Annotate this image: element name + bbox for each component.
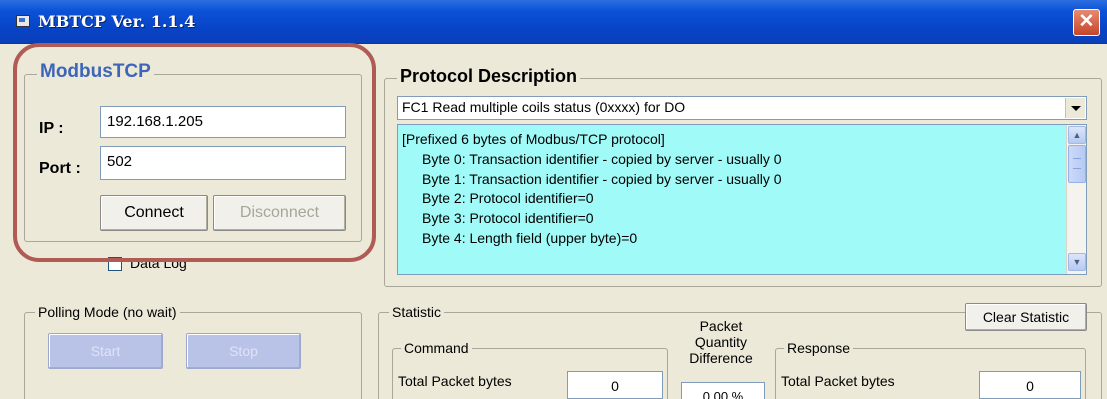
description-line: Byte 0: Transaction identifier - copied …: [422, 150, 782, 167]
command-total-value: 0: [567, 371, 663, 399]
description-line: Byte 4: Length field (upper byte)=0: [422, 229, 638, 246]
difference-value: 0.00 %: [681, 382, 765, 399]
command-total-label: Total Packet bytes: [398, 373, 512, 389]
packet-quantity-difference-label: Packet Quantity Difference: [689, 318, 753, 366]
function-code-select[interactable]: FC1 Read multiple coils status (0xxxx) f…: [397, 96, 1087, 120]
start-button[interactable]: Start: [48, 333, 163, 369]
port-label: Port :: [39, 160, 81, 177]
port-input[interactable]: 502: [100, 146, 346, 180]
disconnect-button[interactable]: Disconnect: [213, 195, 346, 231]
response-total-label: Total Packet bytes: [781, 373, 895, 389]
chevron-down-icon[interactable]: [1065, 98, 1085, 118]
response-total-value: 0: [979, 371, 1081, 399]
ip-label: IP :: [39, 120, 64, 137]
description-lines: [Prefixed 6 bytes of Modbus/TCP protocol…: [402, 130, 1062, 249]
scroll-up-icon[interactable]: ▲: [1068, 126, 1086, 144]
statistic-legend: Statistic: [389, 303, 445, 321]
title-bar[interactable]: MBTCP Ver. 1.1.4 ✕: [0, 0, 1107, 44]
window-title: MBTCP Ver. 1.1.4: [38, 12, 196, 31]
response-legend: Response: [784, 339, 854, 357]
close-button[interactable]: ✕: [1073, 9, 1100, 36]
data-log-label: Data Log: [130, 255, 187, 271]
connect-button[interactable]: Connect: [100, 195, 208, 231]
function-code-selected: FC1 Read multiple coils status (0xxxx) f…: [402, 99, 686, 115]
description-line: Byte 1: Transaction identifier - copied …: [422, 170, 782, 187]
protocol-description-text: [Prefixed 6 bytes of Modbus/TCP protocol…: [397, 124, 1087, 275]
data-log-checkbox[interactable]: [108, 257, 122, 271]
command-legend: Command: [401, 339, 472, 357]
scroll-thumb[interactable]: [1068, 145, 1086, 183]
ip-address-input[interactable]: 192.168.1.205: [100, 106, 346, 138]
app-icon: [16, 15, 30, 27]
description-scrollbar[interactable]: ▲ ▼: [1066, 125, 1086, 274]
description-line: [Prefixed 6 bytes of Modbus/TCP protocol…: [402, 131, 665, 147]
modbus-tcp-legend: ModbusTCP: [37, 62, 154, 81]
stop-button[interactable]: Stop: [186, 333, 301, 369]
polling-mode-legend: Polling Mode (no wait): [35, 303, 180, 321]
protocol-description-legend: Protocol Description: [397, 67, 581, 85]
description-line: Byte 2: Protocol identifier=0: [422, 190, 594, 207]
scroll-down-icon[interactable]: ▼: [1068, 253, 1086, 271]
description-line: Byte 3: Protocol identifier=0: [422, 210, 594, 227]
clear-statistic-button[interactable]: Clear Statistic: [965, 303, 1087, 331]
